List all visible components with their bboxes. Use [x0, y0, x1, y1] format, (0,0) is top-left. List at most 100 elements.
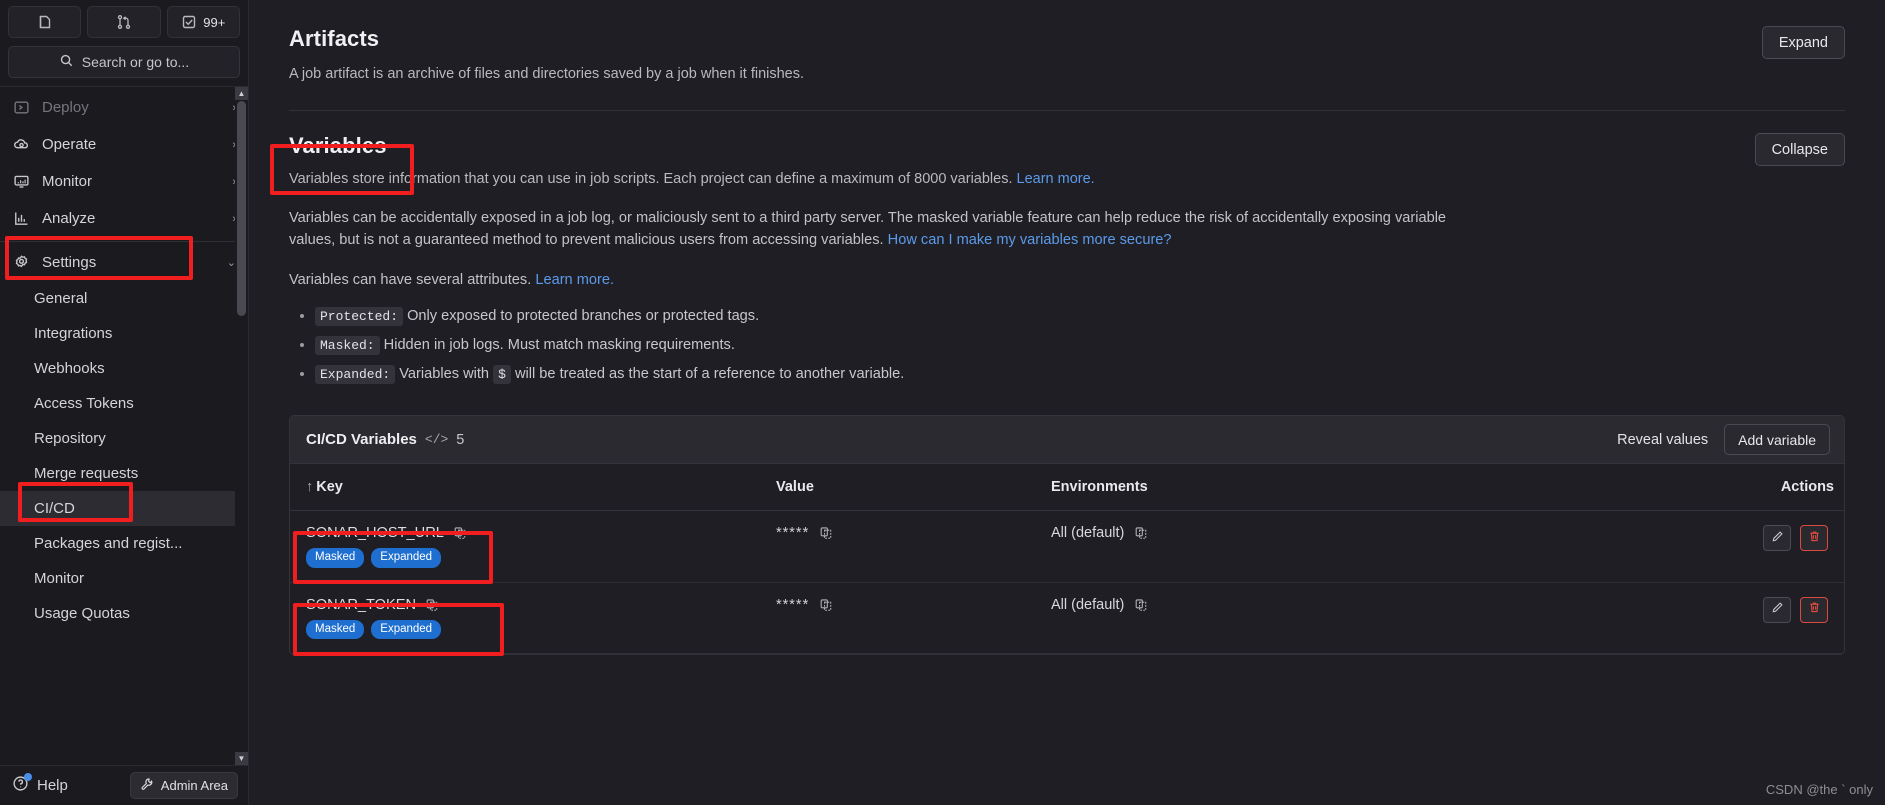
- copy-icon[interactable]: [819, 598, 833, 612]
- sidebar-item-general[interactable]: General: [0, 281, 248, 316]
- deploy-icon: [12, 99, 30, 116]
- variable-badges: Masked Expanded: [306, 619, 750, 640]
- sidebar-item-access-tokens[interactable]: Access Tokens: [0, 386, 248, 421]
- page-button[interactable]: [8, 6, 82, 38]
- sort-asc-icon: ↑: [306, 479, 314, 496]
- variables-attributes-link[interactable]: Learn more.: [535, 272, 614, 288]
- sidebar-item-integrations[interactable]: Integrations: [0, 316, 248, 351]
- sidebar-item-label: Analyze: [42, 210, 96, 227]
- watermark: CSDN @the ` only: [1765, 782, 1873, 797]
- sidebar-item-deploy[interactable]: Deploy ›: [0, 89, 248, 126]
- sidebar-item-packages-and-registries[interactable]: Packages and regist...: [0, 526, 248, 561]
- copy-icon[interactable]: [453, 526, 467, 540]
- sidebar-item-label: General: [34, 290, 88, 307]
- scroll-up-arrow-icon[interactable]: ▲: [235, 87, 248, 100]
- sidebar-scrollbar[interactable]: ▲ ▼: [235, 87, 248, 765]
- variable-value-group: *****: [776, 525, 1025, 541]
- sidebar-item-analyze[interactable]: Analyze ›: [0, 200, 248, 237]
- edit-variable-button[interactable]: [1763, 525, 1791, 552]
- section-divider: [289, 110, 1845, 112]
- search-input[interactable]: Search or go to...: [8, 46, 240, 78]
- variables-collapse-button[interactable]: Collapse: [1754, 133, 1845, 167]
- artifacts-expand-button[interactable]: Expand: [1761, 26, 1845, 59]
- variables-section-header: Variables Variables store information th…: [289, 133, 1845, 190]
- actions-cell: [1330, 582, 1844, 655]
- copy-icon[interactable]: [819, 526, 833, 540]
- sidebar-item-monitor-settings[interactable]: Monitor: [0, 561, 248, 596]
- column-header-key[interactable]: ↑ Key: [290, 464, 760, 512]
- variable-badges: Masked Expanded: [306, 548, 750, 568]
- add-variable-button[interactable]: Add variable: [1724, 424, 1830, 456]
- admin-area-label: Admin Area: [160, 778, 228, 793]
- admin-area-button[interactable]: Admin Area: [129, 772, 238, 799]
- scroll-down-arrow-icon[interactable]: ▼: [235, 752, 248, 765]
- expanded-code-badge: Expanded:: [315, 365, 396, 385]
- artifacts-title: Artifacts: [289, 26, 380, 51]
- wrench-icon: [140, 777, 154, 794]
- copy-icon[interactable]: [1134, 598, 1148, 612]
- sidebar-item-cicd[interactable]: CI/CD: [0, 491, 248, 526]
- cicd-variables-panel: CI/CD Variables </> 5 Reveal values Add …: [289, 415, 1845, 656]
- sidebar-item-label: Packages and regist...: [34, 535, 183, 552]
- sidebar-nav-scroll: Deploy › Operate ›: [0, 86, 248, 765]
- expanded-description-part2: will be treated as the start of a refere…: [510, 366, 905, 383]
- sidebar-item-operate[interactable]: Operate ›: [0, 126, 248, 163]
- todos-button[interactable]: 99+: [166, 6, 240, 38]
- scrollbar-thumb[interactable]: [237, 101, 246, 316]
- edit-variable-button[interactable]: [1763, 596, 1791, 623]
- column-header-actions: Actions: [1330, 464, 1844, 512]
- variables-intro: Variables store information that you can…: [289, 169, 1731, 190]
- variable-environment: All (default): [1051, 525, 1125, 542]
- sidebar-item-webhooks[interactable]: Webhooks: [0, 351, 248, 386]
- sidebar-item-label: Settings: [42, 254, 97, 271]
- sidebar-item-label: CI/CD: [34, 500, 75, 517]
- sidebar-item-label: Access Tokens: [34, 395, 134, 412]
- protected-code-badge: Protected:: [315, 306, 404, 326]
- sidebar-item-monitor[interactable]: Monitor ›: [0, 163, 248, 200]
- variables-attributes-text: Variables can have several attributes.: [289, 271, 536, 288]
- table-row: SONAR_TOKEN Masked Expanded ***** All (d…: [290, 582, 1844, 655]
- masked-description: Hidden in job logs. Must match masking r…: [379, 336, 735, 353]
- reveal-values-button[interactable]: Reveal values: [1617, 432, 1708, 448]
- row-actions: [1346, 596, 1834, 623]
- sidebar-item-label: Merge requests: [34, 465, 139, 482]
- analyze-icon: [12, 210, 30, 227]
- copy-icon[interactable]: [425, 598, 439, 612]
- sidebar-item-label: Monitor: [34, 570, 85, 587]
- monitor-icon: [12, 173, 30, 190]
- page-icon: [37, 14, 53, 30]
- help-label: Help: [37, 777, 68, 794]
- help-notification-dot: [24, 773, 32, 781]
- variable-environment: All (default): [1051, 596, 1125, 613]
- merge-requests-button[interactable]: [87, 6, 161, 38]
- copy-icon[interactable]: [1134, 526, 1148, 540]
- delete-variable-button[interactable]: [1800, 596, 1828, 623]
- masked-code-badge: Masked:: [315, 335, 380, 355]
- table-head: ↑ Key Value Environments Actions: [290, 464, 1844, 512]
- sidebar-item-repository[interactable]: Repository: [0, 421, 248, 456]
- settings-gear-icon: [12, 254, 30, 271]
- help-button[interactable]: Help: [12, 773, 68, 796]
- delete-variable-button[interactable]: [1800, 525, 1828, 552]
- variables-security-link[interactable]: How can I make my variables more secure?: [888, 232, 1172, 248]
- badge-expanded: Expanded: [371, 619, 442, 640]
- column-label: Key: [316, 479, 343, 496]
- list-item: Protected: Only exposed to protected bra…: [315, 302, 1845, 331]
- sidebar-item-usage-quotas[interactable]: Usage Quotas: [0, 596, 248, 631]
- variables-intro-text: Variables store information that you can…: [289, 171, 1017, 188]
- variables-table: ↑ Key Value Environments Actions SONAR_HO…: [290, 464, 1844, 655]
- variables-intro-link[interactable]: Learn more.: [1017, 171, 1095, 187]
- column-header-value[interactable]: Value: [760, 464, 1035, 512]
- sidebar-item-merge-requests[interactable]: Merge requests: [0, 456, 248, 491]
- variables-security-text: Variables can be accidentally exposed in…: [289, 210, 1447, 248]
- variable-value-group: *****: [776, 597, 1025, 613]
- variables-attributes-list: Protected: Only exposed to protected bra…: [315, 302, 1845, 390]
- merge-request-icon: [116, 14, 132, 30]
- sidebar-item-settings[interactable]: Settings ⌄: [0, 244, 248, 281]
- actions-cell: [1330, 510, 1844, 583]
- dollar-code-badge: $: [493, 365, 511, 385]
- column-label: Actions: [1780, 479, 1834, 496]
- table-header-row: ↑ Key Value Environments Actions: [290, 464, 1844, 512]
- row-actions: [1346, 525, 1834, 552]
- column-header-environments[interactable]: Environments: [1035, 464, 1330, 512]
